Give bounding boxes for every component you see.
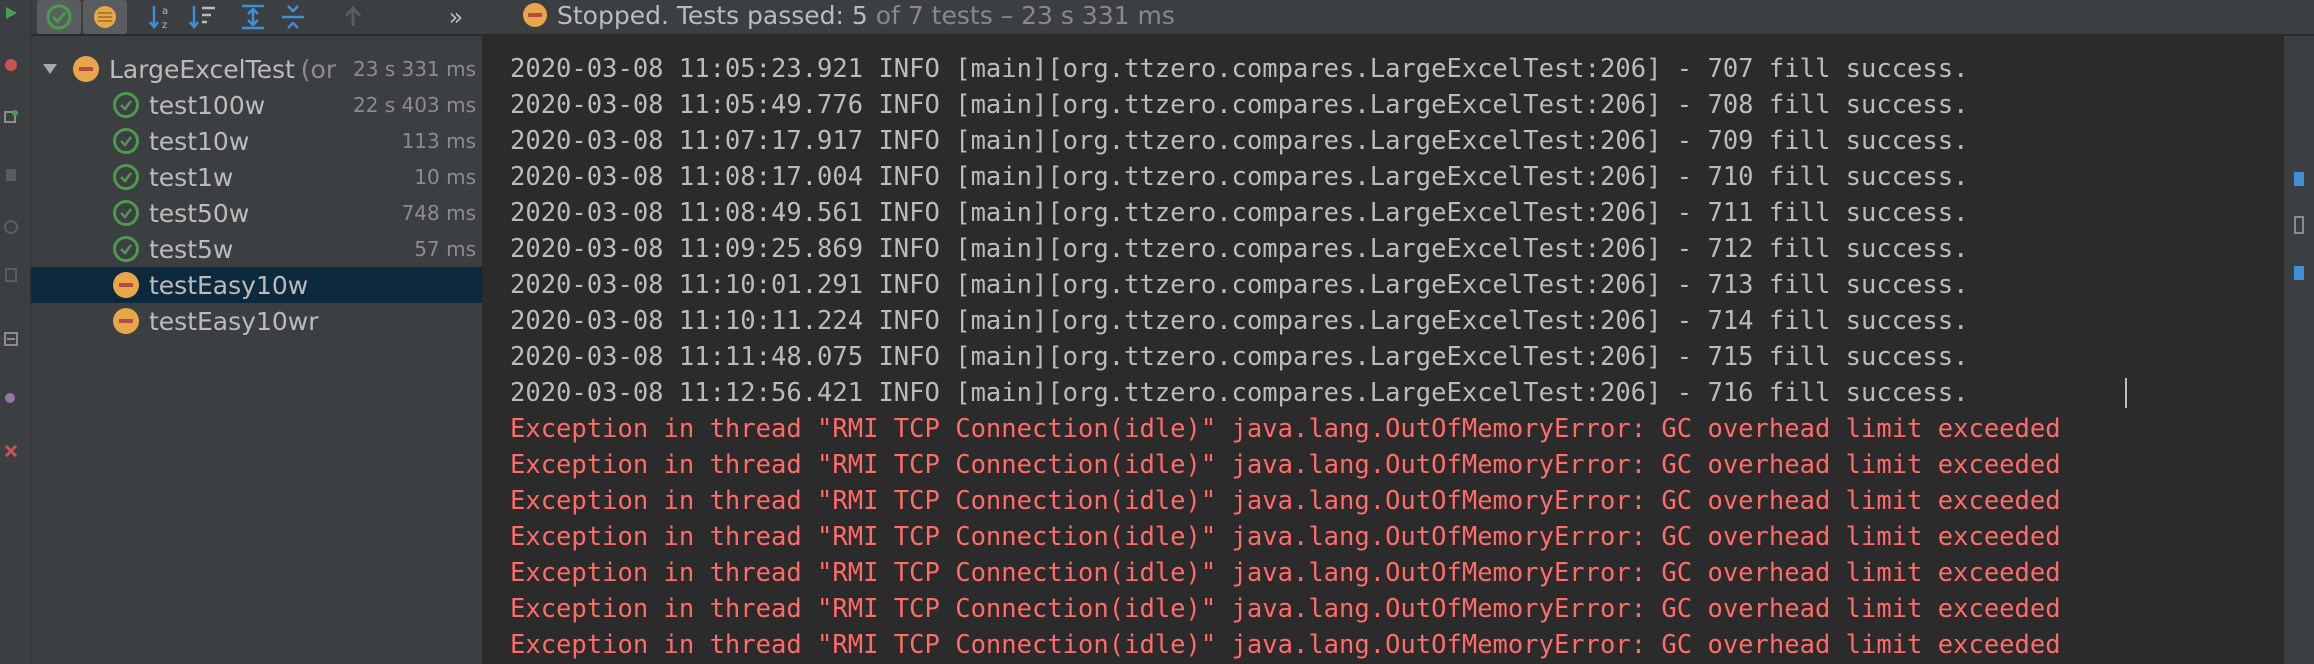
tests-total-text: of 7 tests – 23 s 331 ms (875, 0, 1175, 30)
stopped-status-icon (113, 272, 139, 298)
stop-icon[interactable] (4, 58, 18, 72)
test-duration: 22 s 403 ms (352, 93, 476, 117)
stopped-status-icon (523, 3, 547, 27)
passed-check-icon (113, 200, 139, 226)
console-line: 2020-03-08 11:05:23.921 INFO [main][org.… (510, 54, 1969, 84)
run-icon[interactable] (4, 6, 18, 20)
test-suite-row[interactable]: LargeExcelTest (or 23 s 331 ms (31, 51, 482, 87)
text-caret (2125, 378, 2127, 408)
console-scrollbar[interactable] (2274, 36, 2282, 664)
console-line: 2020-03-08 11:11:48.075 INFO [main][org.… (510, 342, 1969, 372)
console-error-line: Exception in thread "RMI TCP Connection(… (510, 522, 2061, 552)
test-duration: 10 ms (414, 165, 476, 189)
collapse-all-button[interactable] (271, 0, 315, 34)
debug-icon[interactable] (4, 168, 18, 182)
test-duration: 57 ms (414, 237, 476, 261)
pin-icon[interactable] (4, 392, 18, 406)
pause-icon[interactable] (4, 220, 18, 234)
test-name: testEasy10w (149, 270, 309, 300)
passed-check-icon (113, 92, 139, 118)
settings-icon[interactable] (4, 332, 18, 346)
console-error-line: Exception in thread "RMI TCP Connection(… (510, 450, 2061, 480)
previous-failed-icon (344, 5, 362, 26)
expand-all-button[interactable] (231, 0, 275, 34)
svg-text:a: a (162, 6, 168, 17)
console-line: 2020-03-08 11:08:49.561 INFO [main][org.… (510, 198, 1969, 228)
test-runner-toolbar: a z » Stopped. Tests passed: 5 of 7 test… (31, 0, 2314, 34)
expand-arrow-icon[interactable] (41, 60, 59, 78)
test-name: test50w (149, 198, 250, 228)
console-line: 2020-03-08 11:08:17.004 INFO [main][org.… (510, 162, 1969, 192)
console-line: 2020-03-08 11:09:25.869 INFO [main][org.… (510, 234, 1969, 264)
console-line: 2020-03-08 11:10:11.224 INFO [main][org.… (510, 306, 1969, 336)
rerun-failed-icon[interactable] (4, 110, 18, 124)
scroll-to-end-icon[interactable] (2294, 216, 2304, 234)
svg-text:z: z (162, 20, 167, 31)
test-item-test100w[interactable]: test100w 22 s 403 ms (31, 87, 482, 123)
soft-wrap-icon[interactable] (2294, 172, 2304, 186)
print-icon[interactable] (2294, 266, 2304, 280)
test-name: test100w (149, 90, 266, 120)
tests-passed-text: Tests passed: 5 (676, 0, 868, 30)
test-item-test50w[interactable]: test50w 748 ms (31, 195, 482, 231)
console-line: 2020-03-08 11:05:49.776 INFO [main][org.… (510, 90, 1969, 120)
test-results-tree: LargeExcelTest (or 23 s 331 ms test100w … (31, 36, 483, 664)
previous-failed-button[interactable] (331, 0, 375, 34)
console-line: 2020-03-08 11:10:01.291 INFO [main][org.… (510, 270, 1969, 300)
dump-threads-icon[interactable] (4, 268, 18, 282)
test-duration: 748 ms (401, 201, 476, 225)
passed-check-icon (113, 128, 139, 154)
test-name: test5w (149, 234, 234, 264)
console-error-line: Exception in thread "RMI TCP Connection(… (510, 594, 2061, 624)
test-item-testEasy10w[interactable]: testEasy10w (31, 267, 482, 303)
test-name: test1w (149, 162, 234, 192)
show-passed-icon (46, 4, 72, 30)
sort-by-duration-button[interactable] (181, 0, 225, 34)
test-suite-name: LargeExcelTest (109, 54, 295, 84)
console-line: 2020-03-08 11:12:56.421 INFO [main][org.… (510, 378, 1969, 408)
test-suite-suffix: (or (300, 54, 337, 84)
sort-alphabetically-button[interactable]: a z (141, 0, 185, 34)
console-error-line: Exception in thread "RMI TCP Connection(… (510, 486, 2061, 516)
test-suite-duration: 23 s 331 ms (352, 57, 476, 81)
sort-duration-icon (189, 6, 215, 30)
status-text: Stopped. (557, 0, 669, 30)
show-passed-toggle[interactable] (37, 0, 81, 34)
stopped-status-icon (113, 308, 139, 334)
test-name: test10w (149, 126, 250, 156)
test-item-test5w[interactable]: test5w 57 ms (31, 231, 482, 267)
test-name: testEasy10wr (149, 306, 319, 336)
collapse-all-icon (282, 5, 304, 29)
passed-check-icon (113, 164, 139, 190)
test-item-testEasy10wr[interactable]: testEasy10wr (31, 303, 482, 339)
expand-all-icon (242, 4, 264, 30)
console-side-toolbar (2284, 36, 2314, 664)
console-line: 2020-03-08 11:07:17.917 INFO [main][org.… (510, 126, 1969, 156)
sort-alpha-icon: a z (149, 6, 168, 31)
test-item-test1w[interactable]: test1w 10 ms (31, 159, 482, 195)
more-actions-button[interactable]: » (441, 0, 471, 34)
test-status-summary: Stopped. Tests passed: 5 of 7 tests – 23… (523, 0, 1175, 30)
close-icon[interactable] (4, 444, 18, 458)
run-tool-gutter (0, 0, 31, 664)
show-ignored-toggle[interactable] (83, 0, 127, 34)
test-duration: 113 ms (401, 129, 476, 153)
console-output[interactable]: 2020-03-08 11:05:23.921 INFO [main][org.… (483, 36, 2283, 664)
console-error-line: Exception in thread "RMI TCP Connection(… (510, 414, 2061, 444)
stopped-status-icon (73, 56, 99, 82)
passed-check-icon (113, 236, 139, 262)
console-error-line: Exception in thread "RMI TCP Connection(… (510, 558, 2061, 588)
test-item-test10w[interactable]: test10w 113 ms (31, 123, 482, 159)
show-ignored-icon (94, 6, 116, 28)
console-error-line: Exception in thread "RMI TCP Connection(… (510, 630, 2061, 660)
